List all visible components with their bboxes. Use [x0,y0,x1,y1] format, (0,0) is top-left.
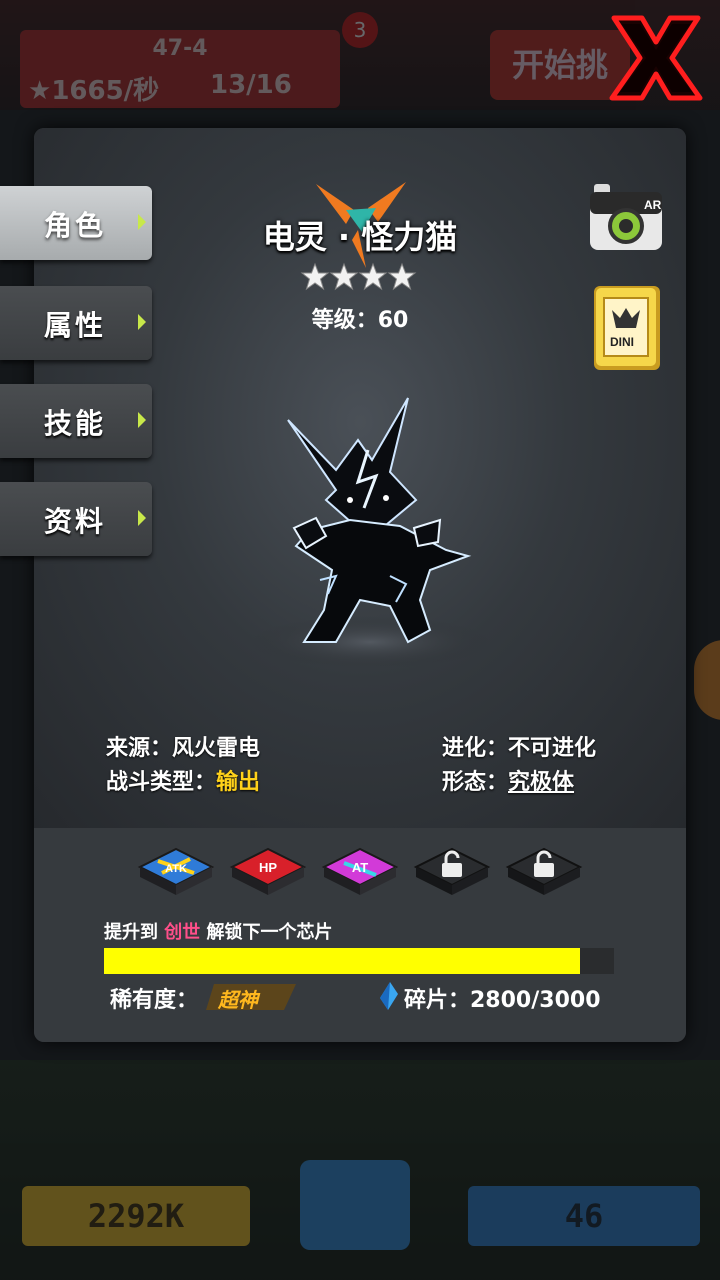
character-level: 等级：60 [311,308,409,333]
tab-profile-label: 资料 [44,505,107,538]
rarity-label: 稀有度： [110,988,199,1013]
close-icon [609,15,703,101]
tab-attributes-label: 属性 [44,309,107,342]
background-rate-text: 1665/秒 [51,76,160,106]
source-info: 来源：风火雷电 [106,730,260,762]
background-rate: ★1665/秒 [28,76,160,106]
lock-icon [413,847,491,895]
tab-arrow-icon [138,412,146,428]
background-shop-cart-icon [300,1160,410,1250]
source-value: 风火雷电 [172,736,261,761]
shard-count: 碎片：2800/3000 [404,988,601,1013]
star-rating [300,262,417,291]
unlock-hint: 提升到 创世 解锁下一个芯片 [104,918,333,944]
ar-camera-button[interactable]: AR [588,180,664,252]
shard-crystal-icon [380,982,398,1010]
chip-atk[interactable]: ATK [136,845,216,901]
background-badge: 3 [342,12,378,48]
unlock-suffix: 解锁下一个芯片 [200,922,333,943]
character-model[interactable] [240,380,500,680]
card-label: DINI [610,335,634,349]
evolution-value: 不可进化 [508,736,597,761]
character-name: 电灵 · 怪力猫 [262,218,458,256]
close-button[interactable] [606,12,706,104]
tab-character-label: 角色 [44,209,107,242]
background-stage-box: 47-4 ★1665/秒 13/16 [20,30,340,108]
battle-type-value: 输出 [216,770,261,795]
chip-hp-icon: HP [229,847,307,895]
chip-atk-label: ATK [165,863,187,875]
background-gem-counter: 46 [468,1186,700,1246]
evolution-label: 进化： [442,736,509,761]
chip-at[interactable]: AT [320,845,400,901]
rarity-value: 超神 [218,988,258,1012]
tab-character[interactable]: 角色 [0,186,152,260]
chip-atk-icon: ATK [137,847,215,895]
battle-type-label: 战斗类型： [106,770,217,795]
chip-locked-2[interactable] [504,845,584,901]
tab-arrow-icon [138,314,146,330]
dini-card-icon: DINI [594,286,660,370]
upgrade-progress-fill [104,948,580,974]
tab-arrow-icon [138,214,146,230]
form-value-link[interactable]: 究极体 [508,770,574,795]
unlock-target: 创世 [164,922,201,943]
background-count: 13/16 [210,70,292,100]
source-label: 来源： [106,736,173,761]
background-gold-counter: 2292K [22,1186,250,1246]
form-info: 形态：究极体 [442,764,574,796]
chip-at-icon: AT [321,847,399,895]
tab-skills[interactable]: 技能 [0,384,152,458]
character-illustration [250,397,490,668]
chip-hp[interactable]: HP [228,845,308,901]
lock-icon [505,847,583,895]
chip-hp-label: HP [259,860,277,875]
chip-at-label: AT [352,860,368,875]
upgrade-progress-bar [104,948,614,974]
unlock-prefix: 提升到 [104,922,165,943]
form-label: 形态： [442,770,509,795]
tab-skills-label: 技能 [44,407,107,440]
background-stage-label: 47-4 [152,36,208,61]
tab-attributes[interactable]: 属性 [0,286,152,360]
ar-camera-icon: AR [590,184,662,250]
chip-locked-1[interactable] [412,845,492,901]
evolution-info: 进化：不可进化 [442,730,596,762]
background-side-icon [694,640,720,720]
dini-card-button[interactable]: DINI [590,284,666,376]
battle-type-info: 战斗类型：输出 [106,764,260,796]
tab-arrow-icon [138,510,146,526]
ar-label: AR [644,198,662,212]
tab-profile[interactable]: 资料 [0,482,152,556]
